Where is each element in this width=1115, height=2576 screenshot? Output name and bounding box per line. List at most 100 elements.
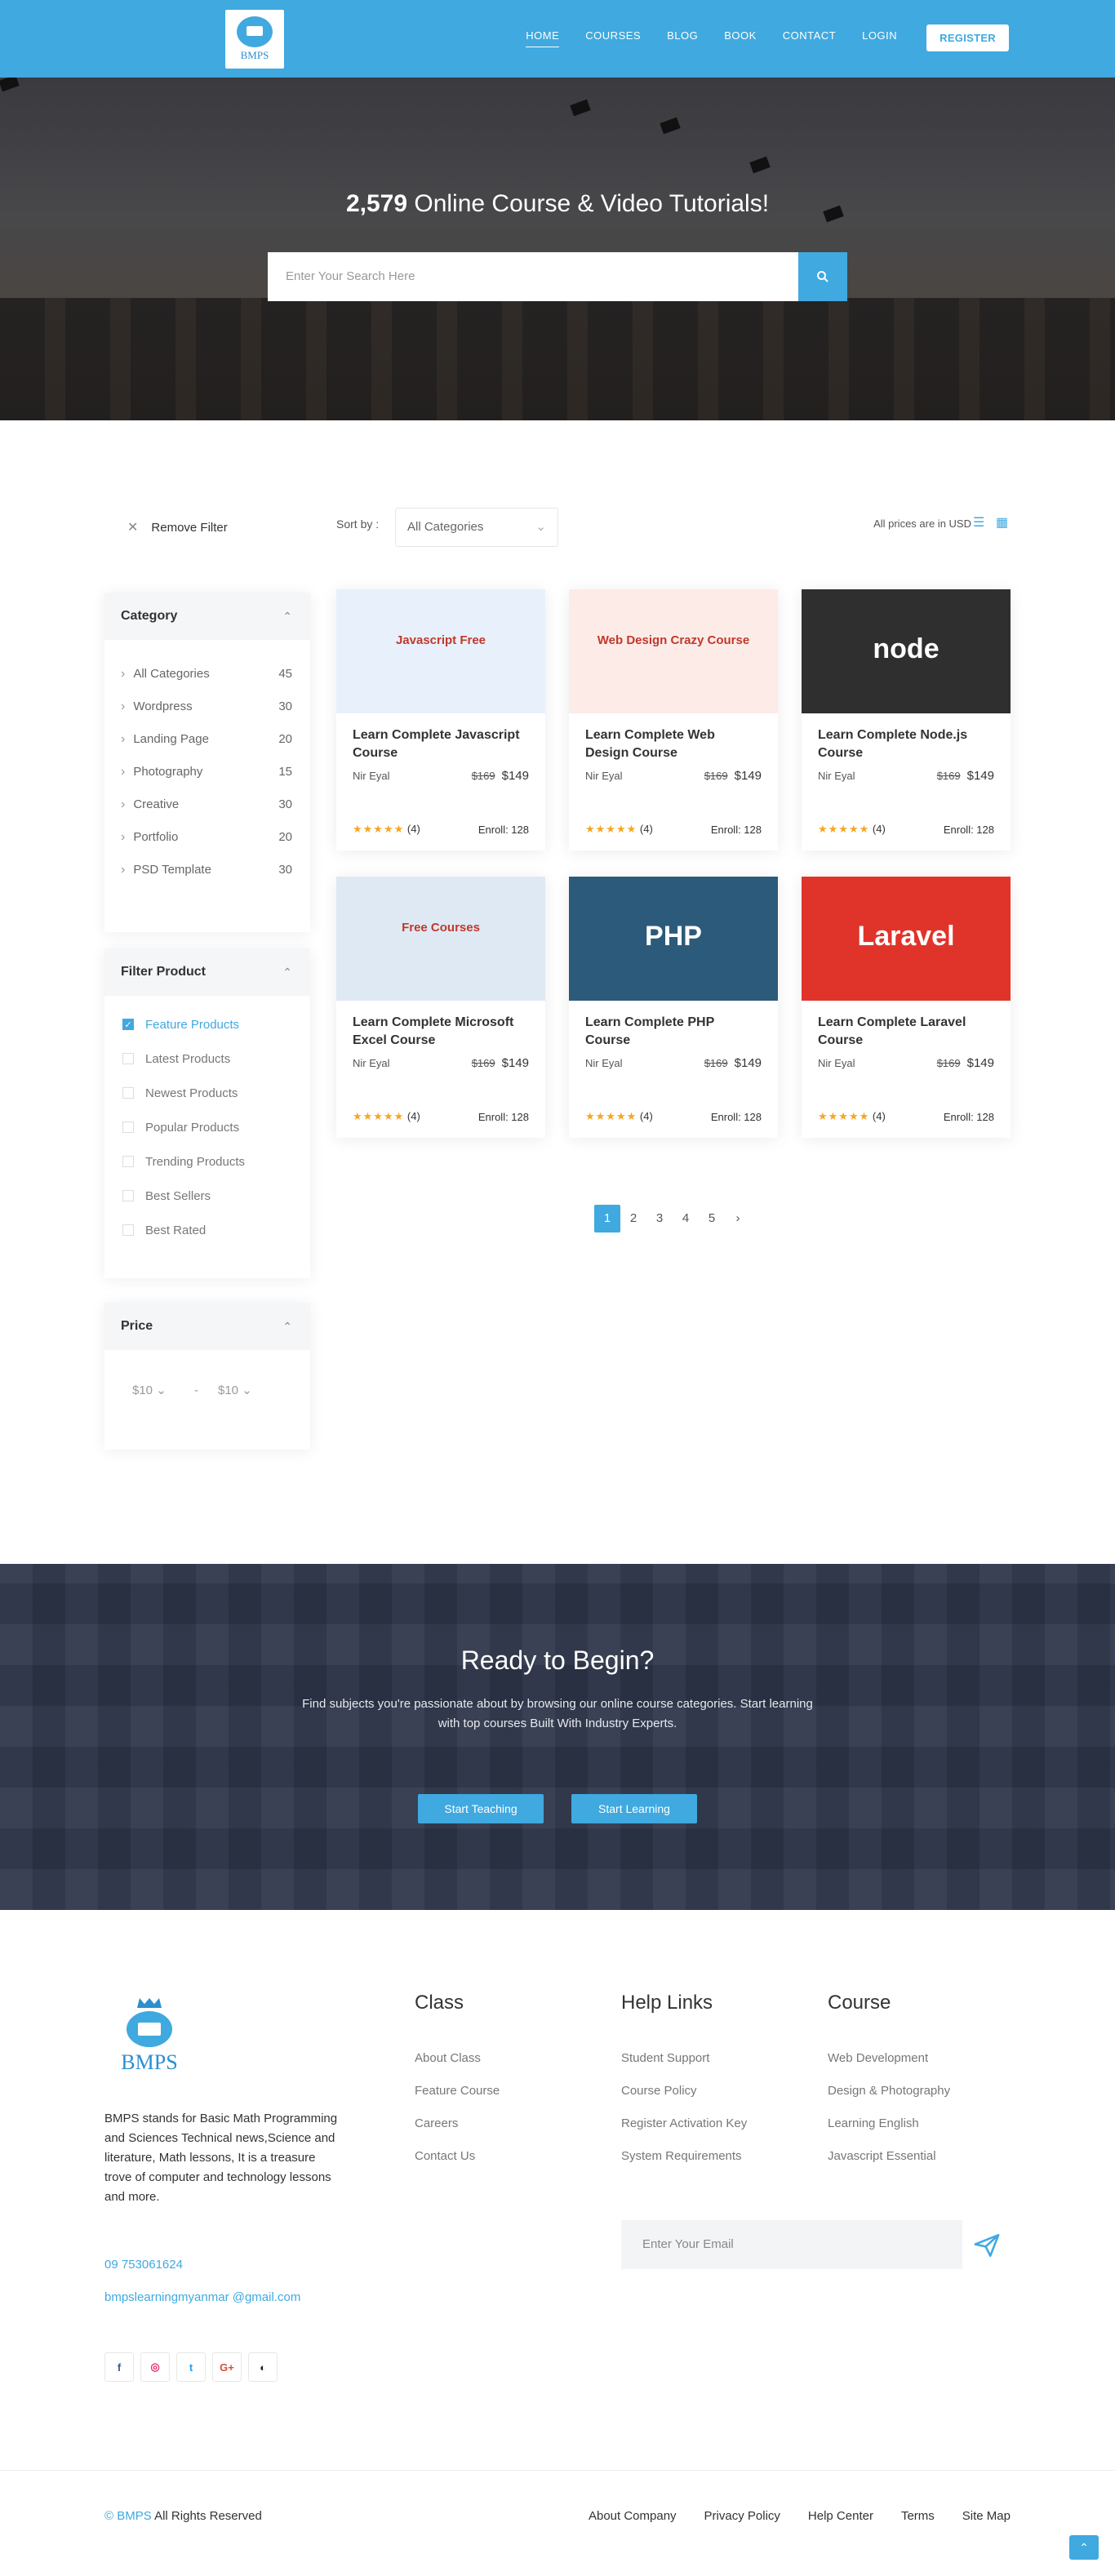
category-item[interactable]: Portfolio 20 — [104, 821, 310, 854]
checkbox[interactable]: ✓ — [122, 1019, 134, 1030]
course-title[interactable]: Learn Complete Web Design Course — [569, 713, 778, 764]
category-item[interactable]: Creative 30 — [104, 788, 310, 821]
copyright-brand[interactable]: BMPS — [117, 2509, 152, 2523]
checkbox[interactable] — [122, 1121, 134, 1133]
start-teaching-button[interactable]: Start Teaching — [418, 1794, 544, 1823]
filter-product-item[interactable]: Popular Products — [104, 1110, 310, 1144]
footer-phone[interactable]: 09 753061624 — [104, 2258, 183, 2272]
course-card[interactable]: node Learn Complete Node.js Course Nir Eya… — [802, 589, 1011, 851]
search-button[interactable] — [798, 252, 847, 301]
checkbox[interactable] — [122, 1156, 134, 1167]
course-price: $169 $149 — [704, 1056, 762, 1070]
nav-blog[interactable]: BLOG — [667, 29, 698, 47]
footer-bottom-link[interactable]: Privacy Policy — [704, 2509, 780, 2523]
footer-link[interactable]: About Class — [415, 2042, 500, 2075]
footer-link[interactable]: Student Support — [621, 2042, 747, 2075]
footer-bottom-link[interactable]: Help Center — [808, 2509, 873, 2523]
category-panel-header[interactable]: Category ⌃ — [104, 593, 310, 640]
category-item[interactable]: Landing Page 20 — [104, 723, 310, 756]
site-logo[interactable]: BMPS — [225, 10, 284, 69]
footer-link[interactable]: Careers — [415, 2107, 500, 2140]
filter-product-item[interactable]: Newest Products — [104, 1076, 310, 1110]
footer-bottom-link[interactable]: Terms — [901, 2509, 935, 2523]
send-icon[interactable] — [973, 2232, 1001, 2259]
list-view-icon[interactable]: ☰ — [973, 516, 988, 531]
checkbox[interactable] — [122, 1087, 134, 1099]
nav-contact[interactable]: CONTACT — [783, 29, 836, 47]
course-thumbnail[interactable]: PHP — [569, 877, 778, 1001]
footer-link[interactable]: Course Policy — [621, 2075, 747, 2107]
course-thumbnail[interactable]: Laravel — [802, 877, 1011, 1001]
price-separator: - — [194, 1383, 198, 1397]
facebook-icon[interactable]: f — [104, 2352, 134, 2382]
scroll-to-top-icon[interactable]: ⌃ — [1069, 2535, 1099, 2560]
search-input[interactable]: Enter Your Search Here — [268, 252, 798, 301]
course-title[interactable]: Learn Complete Node.js Course — [802, 713, 1011, 764]
prices-note: All prices are in USD — [873, 517, 971, 530]
filter-product-item[interactable]: Latest Products — [104, 1042, 310, 1076]
footer-link[interactable]: Learning English — [828, 2107, 950, 2140]
footer-email[interactable]: bmpslearningmyanmar @gmail.com — [104, 2290, 300, 2304]
category-item[interactable]: Photography 15 — [104, 756, 310, 788]
footer-link[interactable]: Javascript Essential — [828, 2140, 950, 2173]
footer-link[interactable]: System Requirements — [621, 2140, 747, 2173]
nav-login[interactable]: LOGIN — [862, 29, 897, 47]
page-1[interactable]: 1 — [594, 1205, 620, 1232]
checkbox[interactable] — [122, 1190, 134, 1201]
google-plus-icon[interactable]: G+ — [212, 2352, 242, 2382]
category-item[interactable]: Wordpress 30 — [104, 691, 310, 723]
github-icon[interactable]: ◐ — [248, 2352, 278, 2382]
remove-filter-button[interactable]: ✕ Remove Filter — [127, 519, 228, 535]
course-title[interactable]: Learn Complete PHP Course — [569, 1001, 778, 1051]
page-3[interactable]: 3 — [646, 1205, 673, 1232]
page-2[interactable]: 2 — [620, 1205, 646, 1232]
category-item[interactable]: PSD Template 30 — [104, 854, 310, 886]
footer-link[interactable]: Register Activation Key — [621, 2107, 747, 2140]
price-panel-header[interactable]: Price ⌃ — [104, 1303, 310, 1350]
course-thumbnail[interactable]: Javascript Free — [336, 589, 545, 713]
footer-bottom-link[interactable]: Site Map — [962, 2509, 1011, 2523]
page-5[interactable]: 5 — [699, 1205, 725, 1232]
footer-logo[interactable]: BMPS — [104, 1998, 194, 2091]
page-4[interactable]: 4 — [673, 1205, 699, 1232]
course-thumbnail[interactable]: node — [802, 589, 1011, 713]
filter-product-item[interactable]: Best Sellers — [104, 1179, 310, 1213]
nav-home[interactable]: HOME — [526, 29, 560, 47]
footer-link[interactable]: Design & Photography — [828, 2075, 950, 2107]
nav-book[interactable]: BOOK — [724, 29, 757, 47]
grid-view-icon[interactable]: ▦ — [996, 516, 1011, 531]
course-card[interactable]: PHP Learn Complete PHP Course Nir Eyal $169… — [569, 877, 778, 1138]
course-title[interactable]: Learn Complete Microsoft Excel Course — [336, 1001, 545, 1051]
course-card[interactable]: Web Design Crazy Course Learn Complete We… — [569, 589, 778, 851]
course-card[interactable]: Laravel Learn Complete Laravel Course Nir … — [802, 877, 1011, 1138]
course-thumbnail[interactable]: Web Design Crazy Course — [569, 589, 778, 713]
filter-product-item[interactable]: Trending Products — [104, 1144, 310, 1179]
course-title[interactable]: Learn Complete Laravel Course — [802, 1001, 1011, 1051]
twitter-icon[interactable]: t — [176, 2352, 206, 2382]
course-title[interactable]: Learn Complete Javascript Course — [336, 713, 545, 764]
sort-select[interactable]: All Categories ⌄ — [395, 508, 558, 547]
next-page-icon[interactable]: › — [725, 1205, 751, 1232]
start-learning-button[interactable]: Start Learning — [571, 1794, 697, 1823]
footer-link[interactable]: Feature Course — [415, 2075, 500, 2107]
price-max-select[interactable]: $10 ⌄ — [218, 1383, 267, 1397]
register-button[interactable]: REGISTER — [926, 24, 1009, 51]
footer-bottom-link[interactable]: About Company — [589, 2509, 677, 2523]
nav-courses[interactable]: COURSES — [585, 29, 641, 47]
price-min-select[interactable]: $10 ⌄ — [132, 1383, 181, 1397]
checkbox[interactable] — [122, 1053, 134, 1064]
course-card[interactable]: Javascript Free Learn Complete Javascript… — [336, 589, 545, 851]
enroll-count: Enroll: 128 — [478, 823, 529, 836]
category-item[interactable]: All Categories 45 — [104, 658, 310, 691]
footer-link[interactable]: Web Development — [828, 2042, 950, 2075]
filter-product-item[interactable]: Best Rated — [104, 1213, 310, 1247]
logo-text: BMPS — [240, 49, 269, 61]
checkbox[interactable] — [122, 1224, 134, 1236]
newsletter-email-input[interactable]: Enter Your Email — [621, 2220, 962, 2269]
instagram-icon[interactable]: ◎ — [140, 2352, 170, 2382]
footer-link[interactable]: Contact Us — [415, 2140, 500, 2173]
course-card[interactable]: Free Courses Learn Complete Microsoft Exc… — [336, 877, 545, 1138]
filter-product-item[interactable]: ✓ Feature Products — [104, 1007, 310, 1042]
filter-product-header[interactable]: Filter Product ⌃ — [104, 948, 310, 996]
course-thumbnail[interactable]: Free Courses — [336, 877, 545, 1001]
